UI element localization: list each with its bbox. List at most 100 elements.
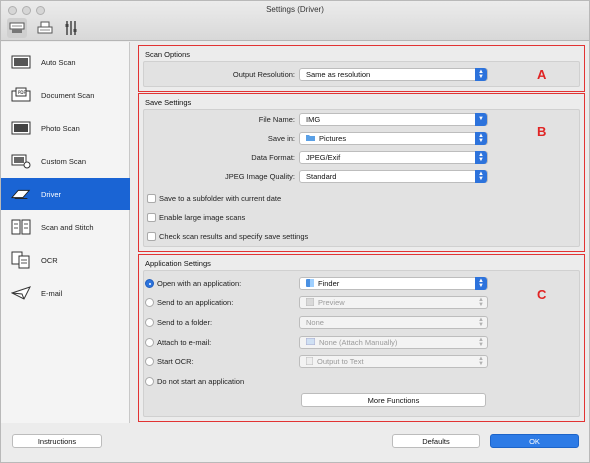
- document-scan-icon: PDF: [11, 86, 31, 104]
- data-format-value: JPEG/Exif: [306, 153, 341, 162]
- sidebar-item-label: Auto Scan: [41, 57, 76, 67]
- file-name-value: IMG: [306, 115, 321, 124]
- sidebar-item-label: Scan and Stitch: [41, 222, 94, 232]
- chevron-updown-icon: ▲ ▼: [475, 170, 487, 183]
- sidebar-item-photo-scan[interactable]: Photo Scan: [1, 112, 130, 144]
- sidebar: Auto Scan PDF Document Scan Photo Scan C…: [1, 42, 130, 423]
- open-with-app-value: Finder: [318, 279, 340, 288]
- folder-icon: [306, 134, 315, 143]
- send-to-app-value: Preview: [318, 298, 345, 307]
- custom-scan-icon: [11, 152, 31, 170]
- subfolder-checkbox[interactable]: [147, 194, 156, 203]
- send-to-folder-radio[interactable]: [145, 318, 154, 327]
- save-in-select[interactable]: Pictures ▲ ▼: [299, 132, 488, 145]
- jpeg-quality-select[interactable]: Standard ▲ ▼: [299, 170, 488, 183]
- sidebar-item-ocr[interactable]: OCR: [1, 244, 130, 276]
- open-with-app-select[interactable]: Finder ▲ ▼: [299, 277, 488, 290]
- no-app-label: Do not start an application: [157, 377, 245, 386]
- check-results-checkbox-label: Check scan results and specify save sett…: [159, 232, 309, 241]
- annotation-letter-b: B: [537, 124, 547, 139]
- sidebar-item-driver[interactable]: Driver: [1, 178, 130, 210]
- send-to-app-label: Send to an application:: [157, 298, 234, 307]
- large-scans-checkbox[interactable]: [147, 213, 156, 222]
- open-with-app-radio[interactable]: [145, 279, 154, 288]
- scanner-from-computer-icon[interactable]: [7, 18, 27, 38]
- data-format-select[interactable]: JPEG/Exif ▲ ▼: [299, 151, 488, 164]
- finder-icon: [306, 278, 314, 289]
- output-resolution-select[interactable]: Same as resolution ▲ ▼: [299, 68, 488, 81]
- ok-button[interactable]: OK: [490, 434, 579, 448]
- send-to-folder-value: None: [306, 318, 324, 327]
- application-settings-title: Application Settings: [145, 259, 211, 268]
- sidebar-item-label: Driver: [41, 189, 61, 199]
- application-settings-section: Application Settings Open with an applic…: [138, 254, 585, 422]
- check-results-checkbox[interactable]: [147, 232, 156, 241]
- sidebar-item-label: Document Scan: [41, 90, 95, 100]
- chevron-updown-icon: ▲ ▼: [475, 68, 487, 81]
- more-functions-button[interactable]: More Functions: [301, 393, 486, 407]
- sidebar-item-auto-scan[interactable]: Auto Scan: [1, 46, 130, 78]
- defaults-button[interactable]: Defaults: [392, 434, 480, 448]
- chevron-updown-icon: ▲ ▼: [475, 277, 487, 290]
- window-title: Settings (Driver): [266, 5, 324, 14]
- chevron-updown-icon: ▲ ▼: [478, 316, 484, 328]
- sidebar-item-label: E-mail: [41, 288, 63, 298]
- chevron-down-icon: ▼: [475, 113, 487, 126]
- text-document-icon: [305, 356, 314, 367]
- sidebar-item-scan-and-stitch[interactable]: Scan and Stitch: [1, 211, 130, 243]
- title-bar: Settings (Driver): [1, 1, 589, 41]
- file-name-field[interactable]: IMG ▼: [299, 113, 488, 126]
- data-format-label: Data Format:: [251, 153, 295, 162]
- svg-text:PDF: PDF: [18, 90, 26, 95]
- send-to-app-select[interactable]: Preview ▲ ▼: [299, 296, 488, 309]
- attach-email-label: Attach to e-mail:: [157, 338, 212, 347]
- output-resolution-label: Output Resolution:: [232, 70, 295, 79]
- file-name-label: File Name:: [258, 115, 295, 124]
- save-settings-section: Save Settings File Name: IMG ▼ Save in: …: [138, 93, 585, 252]
- start-ocr-radio[interactable]: [145, 357, 154, 366]
- send-to-folder-select[interactable]: None ▲ ▼: [299, 316, 488, 329]
- scan-stitch-icon: [11, 218, 31, 236]
- sidebar-item-label: Photo Scan: [41, 123, 80, 133]
- settings-window: Settings (Driver) Auto Scan PDF Document…: [0, 0, 590, 463]
- sidebar-item-email[interactable]: E-mail: [1, 277, 130, 309]
- general-settings-icon[interactable]: [61, 18, 81, 38]
- send-to-folder-label: Send to a folder:: [157, 318, 213, 327]
- attach-email-radio[interactable]: [145, 338, 154, 347]
- chevron-updown-icon: ▲ ▼: [475, 151, 487, 164]
- chevron-updown-icon: ▲ ▼: [478, 336, 484, 348]
- sidebar-item-label: OCR: [41, 255, 58, 265]
- send-to-app-radio[interactable]: [145, 298, 154, 307]
- start-ocr-value: Output to Text: [317, 357, 364, 366]
- scanner-from-operation-panel-icon[interactable]: [35, 18, 55, 38]
- photo-scan-icon: [11, 119, 31, 137]
- annotation-letter-a: A: [537, 67, 547, 82]
- open-with-app-label: Open with an application:: [157, 279, 242, 288]
- instructions-button[interactable]: Instructions: [12, 434, 102, 448]
- sidebar-item-custom-scan[interactable]: Custom Scan: [1, 145, 130, 177]
- scan-options-section: Scan Options Output Resolution: Same as …: [138, 45, 585, 92]
- subfolder-checkbox-label: Save to a subfolder with current date: [159, 194, 282, 203]
- chevron-updown-icon: ▲ ▼: [475, 132, 487, 145]
- attach-email-select[interactable]: None (Attach Manually) ▲ ▼: [299, 336, 488, 349]
- save-in-value: Pictures: [319, 134, 347, 143]
- start-ocr-select[interactable]: Output to Text ▲ ▼: [299, 355, 488, 368]
- annotation-letter-c: C: [537, 287, 547, 302]
- chevron-updown-icon: ▲ ▼: [478, 355, 484, 367]
- sidebar-item-document-scan[interactable]: PDF Document Scan: [1, 79, 130, 111]
- email-icon: [11, 284, 31, 302]
- start-ocr-label: Start OCR:: [157, 357, 194, 366]
- save-in-label: Save in:: [267, 134, 295, 143]
- sidebar-item-label: Custom Scan: [41, 156, 87, 166]
- attach-email-value: None (Attach Manually): [319, 338, 398, 347]
- driver-icon: [11, 185, 31, 203]
- save-settings-title: Save Settings: [145, 98, 192, 107]
- chevron-updown-icon: ▲ ▼: [478, 296, 484, 308]
- large-scans-checkbox-label: Enable large image scans: [159, 213, 246, 222]
- output-resolution-value: Same as resolution: [306, 70, 371, 79]
- jpeg-quality-label: JPEG Image Quality:: [224, 172, 295, 181]
- auto-scan-icon: [11, 53, 31, 71]
- ocr-icon: [11, 251, 31, 269]
- jpeg-quality-value: Standard: [306, 172, 337, 181]
- no-app-radio[interactable]: [145, 377, 154, 386]
